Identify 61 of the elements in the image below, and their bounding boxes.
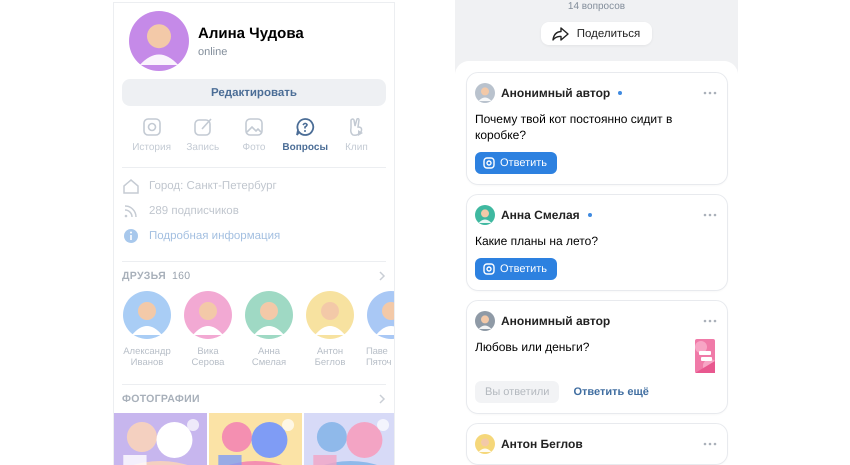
tab[interactable]: Фото [228, 116, 280, 153]
tab[interactable]: История [126, 116, 178, 153]
profile-name: Алина Чудова [198, 25, 304, 42]
info-text: Город: Санкт-Петербург [149, 180, 277, 192]
author-name[interactable]: Анонимный автор [501, 314, 610, 328]
section-title: ФОТОГРАФИИ [122, 393, 200, 405]
question-bubble-icon [294, 116, 316, 138]
friend-name[interactable]: Смелая [252, 357, 286, 368]
reply-button[interactable]: Ответить [475, 152, 558, 174]
info-icon [122, 227, 140, 245]
avatar [129, 11, 189, 71]
friend-name[interactable]: Иванов [130, 357, 164, 368]
friend-name[interactable]: Беглов [314, 357, 346, 368]
author-avatar[interactable] [475, 83, 495, 103]
chevron-icon[interactable] [378, 393, 386, 405]
friend-avatar[interactable] [123, 291, 171, 339]
status-text: online [198, 46, 228, 58]
friend-name[interactable]: Александр [123, 346, 171, 357]
chevron-icon[interactable] [378, 270, 386, 282]
question-text: Какие планы на лето? [475, 233, 600, 249]
home-icon [122, 177, 140, 195]
tab[interactable]: Клип [330, 116, 382, 153]
friend-avatar[interactable] [306, 291, 354, 339]
author-avatar[interactable] [475, 434, 495, 454]
question-count: 14 вопросов [566, 1, 626, 12]
more-icon[interactable] [703, 319, 717, 323]
answered-button[interactable]: Вы ответили [475, 381, 560, 403]
author-name[interactable]: Анонимный автор [501, 86, 610, 100]
friend-name[interactable]: Серова [192, 357, 224, 368]
friend-name[interactable]: Анна [258, 346, 280, 357]
share-icon [550, 26, 569, 42]
friend-name[interactable]: Антон [316, 346, 344, 357]
edit-button[interactable]: Редактировать [122, 79, 386, 106]
section-title: ДРУЗЬЯ [122, 270, 166, 282]
info-text: 289 подписчиков [149, 205, 239, 217]
more-icon[interactable] [703, 91, 717, 95]
friend-name[interactable]: Паве [366, 346, 388, 357]
question-text: Почему твой кот постоянно сидит в коробке? [475, 111, 674, 143]
friend-name[interactable]: Вика [197, 346, 219, 357]
author-avatar[interactable] [475, 311, 495, 331]
friend-name[interactable]: Пяточ [366, 357, 392, 368]
author-avatar[interactable] [475, 205, 495, 225]
tab[interactable]: Запись [177, 116, 228, 153]
more-icon[interactable] [703, 213, 717, 217]
question-text: Любовь или деньги? [475, 339, 590, 356]
friend-count: 160 [172, 270, 190, 282]
more-icon[interactable] [703, 442, 717, 446]
reply-again-link[interactable]: Ответить ещё [573, 386, 649, 398]
camera-icon [140, 116, 163, 138]
image-icon [243, 116, 265, 138]
camera-icon [483, 263, 495, 275]
pencil-icon [192, 116, 214, 138]
details-link[interactable]: Подробная информация [149, 230, 280, 242]
author-name[interactable]: Анна Смелая [501, 208, 580, 222]
friend-avatar[interactable] [245, 291, 293, 339]
reply-button[interactable]: Ответить [475, 258, 558, 280]
camera-icon [483, 157, 495, 169]
tab[interactable]: Вопросы [280, 116, 331, 153]
author-name[interactable]: Антон Беглов [501, 437, 583, 451]
share-button[interactable]: Поделиться [540, 22, 652, 45]
friend-avatar[interactable] [184, 291, 232, 339]
